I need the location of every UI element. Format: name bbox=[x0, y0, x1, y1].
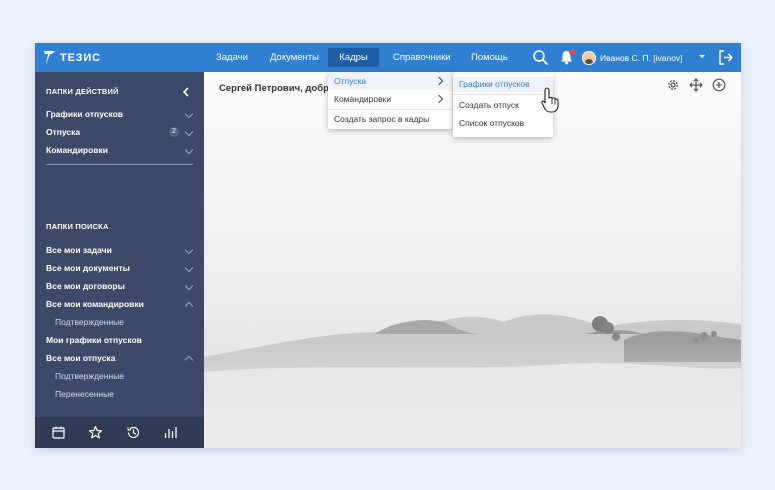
chevron-down-icon bbox=[184, 109, 194, 119]
sidebar-item-my-tasks[interactable]: Все мои задачи bbox=[46, 243, 194, 257]
chevron-up-icon bbox=[184, 355, 194, 365]
calendar-icon[interactable] bbox=[51, 425, 66, 440]
sidebar-item-label: Все мои задачи bbox=[46, 245, 112, 255]
logo-icon bbox=[44, 51, 55, 64]
sidebar-item-label: Мои графики отпусков bbox=[46, 335, 142, 345]
menu-item-hr-request[interactable]: Создать запрос в кадры bbox=[328, 110, 452, 128]
divider bbox=[453, 94, 553, 95]
sidebar-item-label: Все мои командировки bbox=[46, 299, 144, 309]
app-window: ТЕЗИС Задачи Документы Кадры Справочники… bbox=[35, 43, 741, 448]
chevron-down-icon bbox=[184, 281, 194, 291]
nav-tasks[interactable]: Задачи bbox=[209, 48, 255, 67]
menu-item-vacations[interactable]: Отпуска bbox=[328, 72, 452, 90]
sidebar-item-label: Все мои документы bbox=[46, 263, 130, 273]
actions-heading: ПАПКИ ДЕЙСТВИЙ bbox=[46, 87, 119, 96]
sidebar-item-vacation-schedules[interactable]: Графики отпусков bbox=[46, 107, 194, 121]
user-name: Иванов С. П. [ivanov] bbox=[600, 52, 683, 63]
menu-item-trips[interactable]: Командировки bbox=[328, 90, 452, 108]
sidebar-item-my-vacations[interactable]: Все мои отпуска bbox=[46, 351, 194, 365]
star-icon[interactable] bbox=[88, 425, 103, 440]
sidebar-toolbar bbox=[35, 417, 204, 448]
logo[interactable]: ТЕЗИС bbox=[43, 49, 101, 66]
submenu-item-create-vacation[interactable]: Создать отпуск bbox=[453, 98, 553, 113]
sidebar-item-label: Командировки bbox=[46, 145, 109, 155]
sidebar-item-vacations[interactable]: Отпуска 2 bbox=[46, 125, 194, 139]
submenu-item-vacation-list[interactable]: Список отпусков bbox=[453, 116, 553, 131]
sidebar-item-label: Все мои договоры bbox=[46, 281, 125, 291]
sidebar-item-label: Графики отпусков bbox=[46, 109, 123, 119]
vacations-submenu: Графики отпусков Создать отпуск Список о… bbox=[453, 74, 553, 137]
sidebar-item-my-documents[interactable]: Все мои документы bbox=[46, 261, 194, 275]
sidebar-item-label: Отпуска bbox=[46, 127, 81, 137]
top-bar: ТЕЗИС Задачи Документы Кадры Справочники… bbox=[35, 43, 741, 72]
chevron-down-icon bbox=[184, 145, 194, 155]
chevron-left-icon[interactable] bbox=[180, 86, 192, 98]
sidebar-subitem-confirmed-vacations[interactable]: Подтвержденные bbox=[55, 369, 124, 383]
divider bbox=[46, 164, 193, 165]
nav-documents[interactable]: Документы bbox=[263, 48, 326, 67]
chart-icon[interactable] bbox=[163, 425, 178, 440]
chevron-up-icon bbox=[184, 301, 194, 311]
sidebar-item-my-contracts[interactable]: Все мои договоры bbox=[46, 279, 194, 293]
hand-cursor-icon bbox=[541, 87, 559, 113]
move-icon[interactable] bbox=[689, 78, 703, 92]
chevron-down-icon bbox=[184, 245, 194, 255]
sidebar-item-trips[interactable]: Командировки bbox=[46, 143, 194, 157]
chevron-right-icon bbox=[434, 94, 444, 104]
gear-icon[interactable] bbox=[666, 78, 680, 92]
nav-help[interactable]: Помощь bbox=[464, 48, 515, 67]
sidebar-item-my-vacation-schedules[interactable]: Мои графики отпусков bbox=[46, 333, 192, 347]
sidebar-subitem-rescheduled[interactable]: Перенесенные bbox=[55, 387, 114, 401]
chevron-down-icon bbox=[184, 127, 194, 137]
sidebar-subitem-confirmed-trips[interactable]: Подтвержденные bbox=[55, 315, 124, 329]
history-icon[interactable] bbox=[126, 425, 141, 440]
logo-text: ТЕЗИС bbox=[60, 51, 101, 64]
kadry-dropdown: Отпуска Командировки Создать запрос в ка… bbox=[328, 72, 452, 129]
nav-kadry[interactable]: Кадры bbox=[328, 48, 379, 67]
search-heading: ПАПКИ ПОИСКА bbox=[46, 222, 109, 231]
chevron-down-icon bbox=[184, 263, 194, 273]
avatar bbox=[582, 50, 596, 65]
nav-directories[interactable]: Справочники bbox=[386, 48, 458, 67]
user-menu[interactable]: Иванов С. П. [ivanov] bbox=[582, 49, 683, 66]
count-badge: 2 bbox=[169, 127, 179, 137]
sidebar-item-my-trips[interactable]: Все мои командировки bbox=[46, 297, 194, 311]
logout-icon[interactable] bbox=[717, 49, 734, 66]
menu-item-label: Отпуска bbox=[334, 76, 367, 86]
submenu-item-vacation-schedules[interactable]: Графики отпусков bbox=[453, 77, 553, 92]
menu-item-label: Командировки bbox=[334, 94, 392, 104]
sidebar-item-label: Все мои отпуска bbox=[46, 353, 116, 363]
welcome-text: Сергей Петрович, добро bbox=[219, 83, 335, 94]
add-icon[interactable] bbox=[712, 78, 726, 92]
chevron-down-icon[interactable] bbox=[699, 55, 705, 58]
sidebar: ПАПКИ ДЕЙСТВИЙ Графики отпусков Отпуска … bbox=[35, 72, 204, 448]
chevron-right-icon bbox=[434, 76, 444, 86]
search-icon[interactable] bbox=[532, 49, 549, 66]
notification-badge bbox=[569, 48, 577, 56]
